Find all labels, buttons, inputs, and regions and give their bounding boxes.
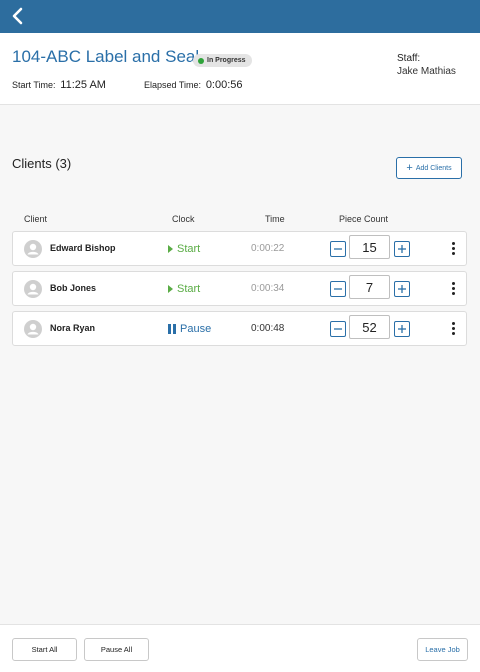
piece-count-input[interactable]: 52 [349,315,390,339]
clients-title: Clients (3) [12,156,72,171]
client-name: Nora Ryan [50,323,96,333]
client-name: Edward Bishop [50,243,116,253]
job-header: 104-ABC Label and Seal In Progress Start… [0,33,480,105]
client-time: 0:00:22 [251,243,285,254]
decrement-button[interactable] [330,281,346,297]
start-all-button[interactable]: Start All [12,638,77,661]
footer-bar: Start All Pause All Leave Job [0,624,480,672]
avatar-icon [24,240,42,258]
clock-label: Start [177,283,201,295]
play-icon [168,285,173,293]
pause-icon [168,324,176,334]
elapsed-time-value: 0:00:56 [205,79,243,91]
elapsed-time: Elapsed Time: 0:00:56 [144,79,243,91]
start-time: Start Time: 11:25 AM [12,79,106,91]
job-title: 104-ABC Label and Seal [12,47,200,66]
minus-icon [334,328,342,330]
minus-icon [334,248,342,250]
start-time-value: 11:25 AM [60,79,106,91]
client-row: Bob Jones Start 0:00:34 7 [12,271,467,306]
decrement-button[interactable] [330,241,346,257]
play-icon [168,245,173,253]
top-bar [0,0,480,33]
clock-label: Start [177,243,201,255]
client-time: 0:00:34 [251,283,285,294]
more-options-icon[interactable] [449,240,457,256]
column-header-piece-count: Piece Count [339,214,389,224]
pause-button[interactable]: Pause [168,322,211,336]
increment-button[interactable] [394,241,410,257]
more-options-icon[interactable] [449,280,457,296]
pause-all-button[interactable]: Pause All [84,638,149,661]
plus-icon: + [406,161,413,174]
status-dot-icon [198,57,204,64]
minus-icon [334,288,342,290]
client-name: Bob Jones [50,283,97,293]
piece-count-input[interactable]: 15 [349,235,390,259]
back-button[interactable] [6,4,30,28]
plus-icon [398,325,406,333]
elapsed-time-label: Elapsed Time: [144,80,202,90]
status-badge: In Progress [193,54,252,67]
add-clients-button[interactable]: + Add Clients [396,157,462,179]
piece-count-input[interactable]: 7 [349,275,390,299]
client-row: Edward Bishop Start 0:00:22 15 [12,231,467,266]
avatar-icon [24,280,42,298]
start-time-label: Start Time: [12,80,56,90]
more-options-icon[interactable] [449,320,457,336]
add-clients-label: Add Clients [415,164,452,172]
column-header-client: Client [24,214,48,224]
client-time: 0:00:48 [251,323,285,334]
decrement-button[interactable] [330,321,346,337]
column-header-clock: Clock [172,214,195,224]
staff-name: Jake Mathias [397,66,456,77]
plus-icon [398,245,406,253]
chevron-left-icon [12,7,23,25]
clock-label: Pause [180,323,212,335]
increment-button[interactable] [394,321,410,337]
increment-button[interactable] [394,281,410,297]
avatar-icon [24,320,42,338]
status-text: In Progress [207,57,246,64]
leave-job-button[interactable]: Leave Job [417,638,468,661]
client-row: Nora Ryan Pause 0:00:48 52 [12,311,467,346]
staff-label: Staff: [397,53,421,64]
start-button[interactable]: Start [168,242,200,256]
start-button[interactable]: Start [168,282,200,296]
column-header-time: Time [265,214,285,224]
plus-icon [398,285,406,293]
